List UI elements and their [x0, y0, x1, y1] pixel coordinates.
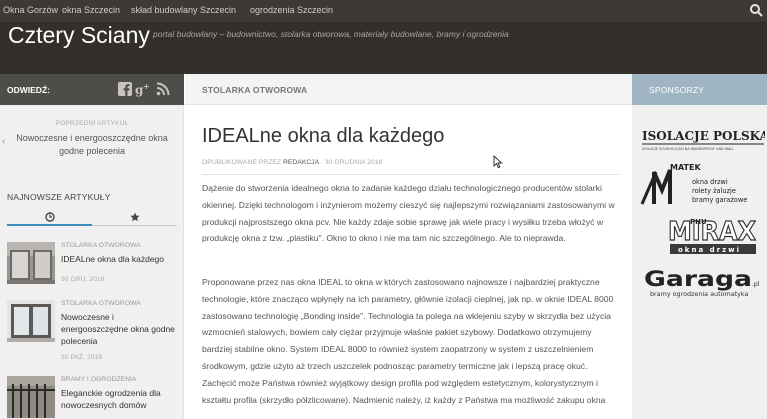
- article-date: 30 GRU, 2018: [61, 276, 105, 283]
- article-tabs: [7, 208, 177, 226]
- svg-text:MATEK: MATEK: [670, 163, 701, 172]
- sponsor-garaga[interactable]: Garaga .pl bramy ogrodzenia automatyka: [640, 266, 765, 300]
- garaga-logo: Garaga .pl bramy ogrodzenia automatyka: [644, 267, 760, 298]
- article-title[interactable]: IDEALne okna dla każdego: [61, 253, 179, 265]
- mouse-cursor-icon: [493, 155, 503, 169]
- svg-text:ISOLACJE POLSKA: ISOLACJE POLSKA: [642, 129, 765, 143]
- star-icon: [130, 212, 140, 222]
- left-sidebar: ODWIEDŹ: g + POPRZEDNI ARTYKUŁ ‹ Nowocze…: [0, 74, 184, 419]
- google-plus-icon[interactable]: g +: [135, 81, 151, 97]
- svg-text:MIRAX: MIRAX: [668, 217, 756, 247]
- topnav-link-sklad-budowlany[interactable]: skład budowlany Szczecin: [131, 5, 236, 15]
- svg-text:bramy ogrodzenia automatyka: bramy ogrodzenia automatyka: [650, 290, 749, 298]
- post-meta: OPUBLIKOWANE PRZEZ REDAKCJA · 30 GRUDNIA…: [202, 159, 382, 166]
- post-meta-prefix: OPUBLIKOWANE PRZEZ: [202, 159, 282, 166]
- svg-text:okna drzwi: okna drzwi: [678, 246, 741, 254]
- list-item[interactable]: BRAMY I OGRODZENIA Eleganckie ogrodzenia…: [7, 376, 177, 419]
- post-paragraph: Proponowane przez nas okna IDEAL to okna…: [202, 277, 614, 405]
- svg-text:IZOLACJE ŚCIAN•RĄCZKI NA WANDS: IZOLACJE ŚCIAN•RĄCZKI NA WANDSPROOF AND …: [642, 146, 734, 151]
- article-thumbnail[interactable]: [7, 300, 55, 342]
- post-date: · 30 GRUDNIA 2018: [320, 159, 383, 166]
- site-tagline: portal budowlany – budownictwo, stolarka…: [153, 29, 509, 39]
- main-category-bar: STOLARKA OTWOROWA: [185, 74, 632, 105]
- top-navigation: Okna Gorzów okna Szczecin skład budowlan…: [0, 0, 767, 22]
- mirax-logo: MIRAX PHU okna drzwi: [667, 216, 757, 254]
- article-date: 30 PAŹ, 2018: [61, 354, 103, 361]
- sponsor-mirax[interactable]: MIRAX PHU okna drzwi: [640, 214, 765, 258]
- main-category-label: STOLARKA OTWOROWA: [202, 85, 308, 95]
- svg-text:PHU: PHU: [690, 218, 707, 226]
- matek-logo: MATEK okna drzwi rolety żaluzje bramy ga…: [640, 163, 747, 205]
- site-title[interactable]: Cztery Sciany: [8, 22, 150, 49]
- previous-article-link[interactable]: Nowoczesne i energooszczędne okna godne …: [14, 132, 170, 158]
- site-header: Cztery Sciany portal budowlany – budowni…: [0, 22, 767, 74]
- svg-text:okna drzwi: okna drzwi: [692, 178, 728, 186]
- svg-text:bramy garażowe: bramy garażowe: [692, 196, 747, 204]
- sponsor-matek[interactable]: MATEK okna drzwi rolety żaluzje bramy ga…: [640, 162, 765, 208]
- topnav-link-ogrodzenia[interactable]: ogrodzenia Szczecin: [250, 5, 333, 15]
- svg-text:rolety żaluzje: rolety żaluzje: [692, 187, 736, 195]
- svg-text:Garaga: Garaga: [644, 267, 752, 291]
- visit-bar: ODWIEDŹ: g +: [0, 74, 184, 105]
- isolacje-polska-logo: ISOLACJE POLSKA IZOLACJE ŚCIAN•RĄCZKI NA…: [642, 129, 767, 151]
- article-category[interactable]: STOLARKA OTWOROWA: [61, 300, 141, 307]
- list-item[interactable]: STOLARKA OTWOROWA Nowoczesne i energoosz…: [7, 300, 177, 366]
- article-category[interactable]: BRAMY I OGRODZENIA: [61, 376, 136, 383]
- chevron-left-icon[interactable]: ‹: [2, 136, 5, 147]
- previous-article-label: POPRZEDNI ARTYKUŁ: [55, 120, 129, 127]
- rss-icon[interactable]: [155, 81, 171, 97]
- svg-text:+: +: [143, 82, 150, 91]
- sponsor-isolacje-polska[interactable]: ISOLACJE POLSKA IZOLACJE ŚCIAN•RĄCZKI NA…: [640, 126, 767, 154]
- visit-label: ODWIEDŹ:: [7, 85, 50, 95]
- right-sidebar: SPONSORZY ISOLACJE POLSKA IZOLACJE ŚCIAN…: [632, 74, 767, 419]
- topnav-link-okna-szczecin[interactable]: okna Szczecin: [62, 5, 120, 15]
- post-author-link[interactable]: REDAKCJA: [283, 159, 319, 166]
- post-title: IDEALne okna dla każdego: [202, 125, 445, 147]
- article-title[interactable]: Eleganckie ogrodzenia dla nowoczesnych d…: [61, 387, 179, 411]
- latest-articles-label: NAJNOWSZE ARTYKUŁY: [7, 192, 111, 202]
- article-thumbnail[interactable]: [7, 376, 55, 418]
- article-title[interactable]: Nowoczesne i energooszczędne okna godne …: [61, 311, 179, 347]
- tab-recent[interactable]: [7, 208, 92, 226]
- article-thumbnail[interactable]: [7, 242, 55, 284]
- article-category[interactable]: STOLARKA OTWOROWA: [61, 242, 141, 249]
- topnav-link-okna-gorzow[interactable]: Okna Gorzów: [3, 5, 58, 15]
- svg-text:.pl: .pl: [752, 281, 760, 288]
- sponsors-label: SPONSORZY: [649, 85, 705, 95]
- clock-icon: [45, 212, 55, 222]
- sponsors-bar: SPONSORZY: [632, 74, 767, 105]
- list-item[interactable]: STOLARKA OTWOROWA IDEALne okna dla każde…: [7, 242, 177, 290]
- tab-popular[interactable]: [92, 208, 177, 226]
- search-icon[interactable]: [749, 3, 763, 17]
- facebook-icon[interactable]: [117, 81, 133, 97]
- post-paragraph: Dążenie do stworzenia idealnego okna to …: [202, 183, 615, 244]
- divider: [202, 174, 619, 175]
